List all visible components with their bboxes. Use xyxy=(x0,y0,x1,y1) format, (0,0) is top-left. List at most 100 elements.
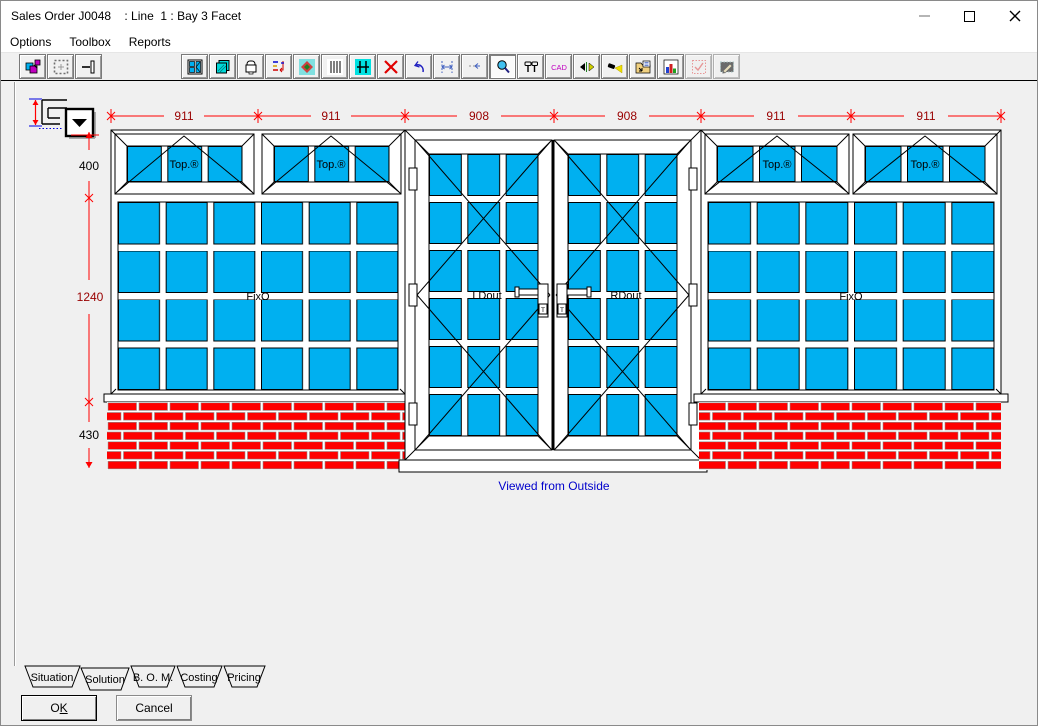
svg-text:Situation: Situation xyxy=(31,672,74,684)
dim-left-middle: 1240 xyxy=(77,290,104,304)
svg-text:B. O. M.: B. O. M. xyxy=(133,672,173,684)
svg-text:Solution: Solution xyxy=(85,674,125,686)
menu-toolbox[interactable]: Toolbox xyxy=(60,33,119,51)
svg-text:Pricing: Pricing xyxy=(227,672,261,684)
svg-text:Costing: Costing xyxy=(180,672,217,684)
dimensions-button[interactable] xyxy=(433,54,460,79)
dotted-arrow-icon xyxy=(467,59,483,75)
maximize-button[interactable] xyxy=(947,1,992,31)
arrange-parts-button[interactable] xyxy=(19,54,46,79)
fixed-label: FixO xyxy=(839,291,863,303)
left-brick-wall xyxy=(107,402,405,470)
tab-solution[interactable]: Solution xyxy=(81,668,129,690)
window-title: Sales Order J0048 : Line 1 : Bay 3 Facet xyxy=(11,9,241,23)
dim-left-top: 400 xyxy=(79,159,99,173)
bar-chart-icon xyxy=(663,59,679,75)
bar-options-button[interactable] xyxy=(265,54,292,79)
tab-bom[interactable]: B. O. M. xyxy=(131,666,175,687)
minimize-button[interactable] xyxy=(902,1,947,31)
delete-button[interactable] xyxy=(377,54,404,79)
vertical-bars-icon xyxy=(327,59,343,75)
vertical-bars-button[interactable] xyxy=(321,54,348,79)
glass-panes-icon xyxy=(215,59,231,75)
selection-button[interactable] xyxy=(47,54,74,79)
georgian-bars-icon xyxy=(355,59,371,75)
dim-top-4: 908 xyxy=(617,109,637,123)
folder-form-icon xyxy=(635,59,651,75)
handle-key-right: T xyxy=(560,307,564,314)
maximize-icon xyxy=(964,11,975,22)
menu-reports[interactable]: Reports xyxy=(120,33,180,51)
magnifier-icon xyxy=(495,59,511,75)
georgian-bars-button[interactable] xyxy=(349,54,376,79)
window-design-button[interactable] xyxy=(181,54,208,79)
chart-button[interactable] xyxy=(657,54,684,79)
toolbar: CAD xyxy=(1,52,1037,81)
zoom-button[interactable] xyxy=(489,54,516,79)
right-window-sill xyxy=(694,394,1008,402)
tab-pricing[interactable]: Pricing xyxy=(224,666,265,687)
lock-icon xyxy=(243,59,259,75)
marquee-icon xyxy=(53,59,69,75)
vent-label: Top.® xyxy=(170,159,199,171)
cad-button[interactable]: CAD xyxy=(545,54,572,79)
undo-arrow-icon xyxy=(411,59,427,75)
vent-label: Top.® xyxy=(317,159,346,171)
dim-top-3: 908 xyxy=(469,109,489,123)
left-door-label: LDout xyxy=(472,290,501,302)
app-window: Sales Order J0048 : Line 1 : Bay 3 Facet… xyxy=(0,0,1038,726)
tab-situation[interactable]: Situation xyxy=(25,666,80,687)
ok-button[interactable]: OK xyxy=(21,695,97,721)
left-window-sill xyxy=(104,394,412,402)
fixed-label: FixO xyxy=(246,291,270,303)
spray-button[interactable] xyxy=(601,54,628,79)
grid-check-button[interactable] xyxy=(685,54,712,79)
tools-button[interactable] xyxy=(517,54,544,79)
drawing-canvas[interactable]: 911 911 908 908 911 911 400 1240 430 xyxy=(1,82,1038,666)
hammers-icon xyxy=(523,59,539,75)
pattern-arrow-icon xyxy=(299,59,315,75)
dim-top-6: 911 xyxy=(916,109,935,123)
opposing-arrows-icon xyxy=(579,59,595,75)
open-form-button[interactable] xyxy=(629,54,656,79)
tab-strip: Situation B. O. M. Costing Pricing Solut… xyxy=(1,664,421,694)
handle-key-left: T xyxy=(541,307,545,314)
bar-order-icon xyxy=(271,59,287,75)
dim-top-1: 911 xyxy=(174,109,193,123)
dim-top-5: 911 xyxy=(766,109,785,123)
close-icon xyxy=(1009,10,1021,22)
door-sill xyxy=(399,460,707,472)
dimension-icon xyxy=(439,59,455,75)
delete-x-icon xyxy=(383,59,399,75)
profile-insert-button[interactable] xyxy=(75,54,102,79)
right-brick-wall xyxy=(699,402,1001,470)
left-window[interactable]: Top.® Top.® FixO xyxy=(104,130,412,470)
torch-icon xyxy=(607,59,623,75)
cancel-button[interactable]: Cancel xyxy=(116,695,192,721)
window-icon xyxy=(187,59,203,75)
bay-drawing: 911 911 908 908 911 911 400 1240 430 xyxy=(1,82,1038,666)
dim-top-2: 911 xyxy=(321,109,340,123)
french-doors[interactable]: LDout RDout T T xyxy=(399,130,707,472)
tab-costing[interactable]: Costing xyxy=(177,666,222,687)
pattern-fill-button[interactable] xyxy=(293,54,320,79)
right-window[interactable]: Top.® Top.® FixO xyxy=(694,130,1008,470)
dim-left-bottom: 430 xyxy=(79,428,99,442)
right-door-label: RDout xyxy=(610,290,641,302)
vent-label: Top.® xyxy=(763,159,792,171)
menu-options[interactable]: Options xyxy=(1,33,60,51)
glass-button[interactable] xyxy=(209,54,236,79)
undo-button[interactable] xyxy=(405,54,432,79)
extend-dimension-button[interactable] xyxy=(461,54,488,79)
hardware-button[interactable] xyxy=(237,54,264,79)
vent-label: Top.® xyxy=(911,159,940,171)
view-caption: Viewed from Outside xyxy=(498,479,609,493)
close-button[interactable] xyxy=(992,1,1037,31)
sketch-button[interactable] xyxy=(713,54,740,79)
move-mullion-button[interactable] xyxy=(573,54,600,79)
minimize-icon xyxy=(919,15,930,17)
title-bar: Sales Order J0048 : Line 1 : Bay 3 Facet xyxy=(1,1,1037,31)
overlapping-squares-icon xyxy=(25,59,41,75)
pencil-icon xyxy=(719,59,735,75)
cad-icon: CAD xyxy=(551,63,567,72)
